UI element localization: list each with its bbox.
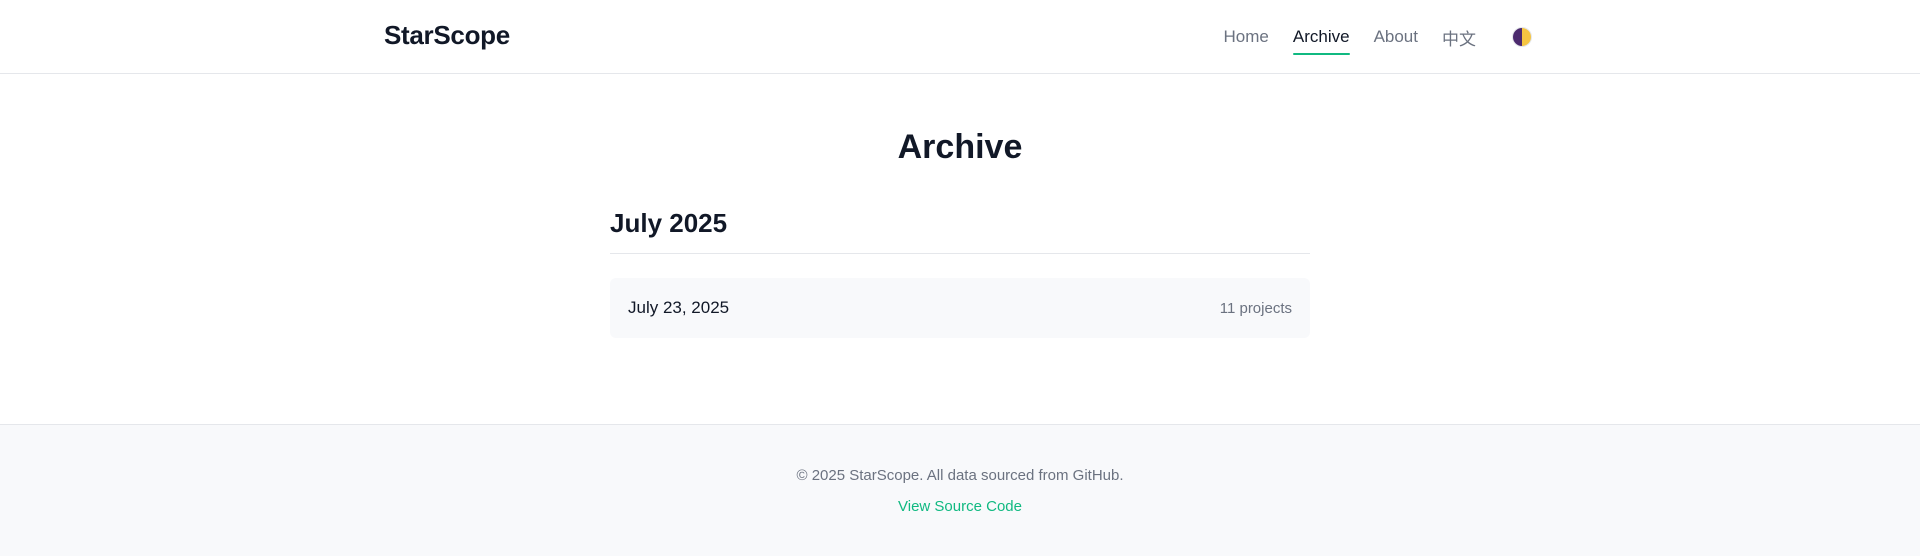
- main-nav: Home Archive About 中文: [1224, 0, 1532, 74]
- footer-copyright: © 2025 StarScope. All data sourced from …: [796, 467, 1124, 484]
- archive-month-section: July 2025 July 23, 2025 11 projects: [610, 208, 1310, 338]
- nav-about[interactable]: About: [1374, 21, 1418, 53]
- page-title: Archive: [897, 128, 1023, 166]
- archive-entry[interactable]: July 23, 2025 11 projects: [610, 278, 1310, 338]
- theme-toggle-icon[interactable]: [1512, 27, 1532, 47]
- entry-project-count: 11 projects: [1219, 299, 1292, 317]
- site-header: StarScope Home Archive About 中文: [0, 0, 1920, 74]
- main-content: Archive July 2025 July 23, 2025 11 proje…: [0, 74, 1920, 424]
- site-footer: © 2025 StarScope. All data sourced from …: [0, 424, 1920, 556]
- entry-date: July 23, 2025: [628, 298, 730, 317]
- nav-home[interactable]: Home: [1224, 21, 1269, 53]
- nav-language-chinese[interactable]: 中文: [1442, 19, 1476, 56]
- brand-logo[interactable]: StarScope: [384, 20, 510, 51]
- nav-archive[interactable]: Archive: [1292, 21, 1350, 55]
- month-heading: July 2025: [610, 208, 1310, 254]
- view-source-link[interactable]: View Source Code: [898, 498, 1022, 515]
